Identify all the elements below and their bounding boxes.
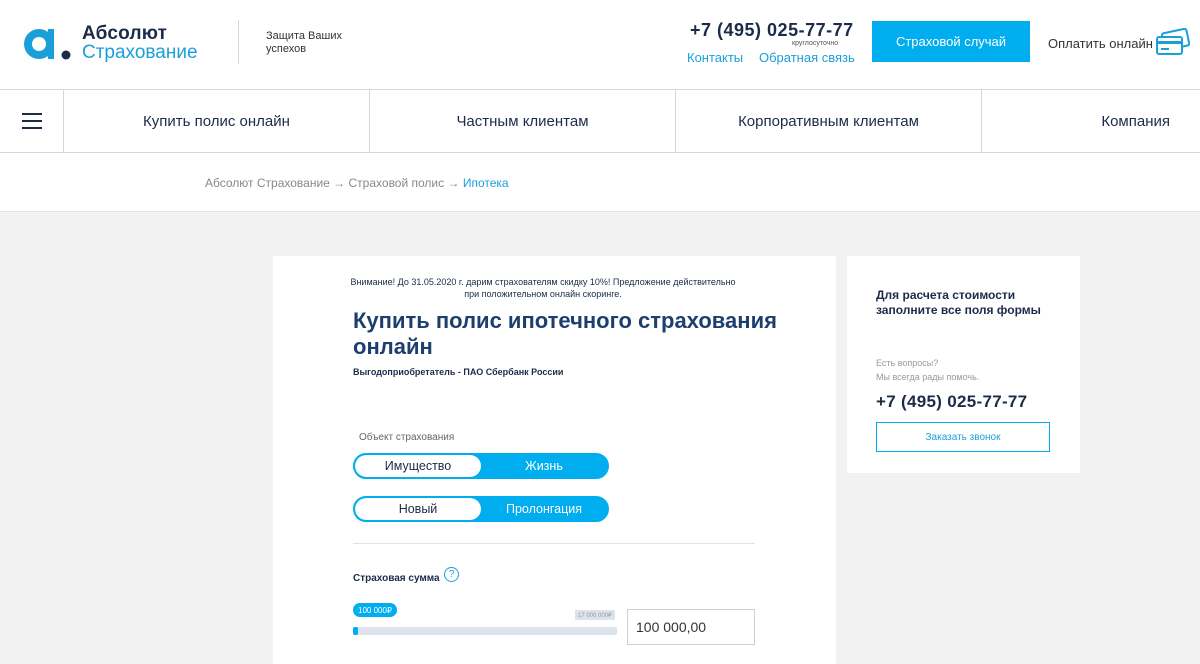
nav-item-buy-online[interactable]: Купить полис онлайн bbox=[64, 90, 370, 152]
contacts-link[interactable]: Контакты bbox=[687, 50, 743, 65]
slider-max-label: 17 000 000₽ bbox=[575, 610, 615, 620]
sidebar-question: Есть вопросы? Мы всегда рады помочь. bbox=[876, 356, 979, 384]
breadcrumb-current: Ипотека bbox=[462, 176, 509, 190]
page-title: Купить полис ипотечного страхования онла… bbox=[353, 308, 777, 359]
insured-event-button[interactable]: Страховой случай bbox=[872, 21, 1030, 62]
sidebar-question-line2: Мы всегда рады помочь. bbox=[876, 372, 980, 382]
sidebar-phone[interactable]: +7 (495) 025-77-77 bbox=[876, 392, 1027, 412]
breadcrumb: Абсолют Страхование → Страховой полис → … bbox=[205, 176, 509, 190]
object-toggle: Имущество Жизнь bbox=[353, 453, 609, 479]
phone-note: круглосуточно bbox=[792, 40, 839, 47]
object-option-property[interactable]: Имущество bbox=[355, 455, 481, 477]
menu-button[interactable] bbox=[0, 90, 64, 152]
breadcrumb-separator: → bbox=[333, 176, 346, 190]
logo-text-line2: Страхование bbox=[82, 42, 198, 63]
nav-item-corporate-clients[interactable]: Корпоративным клиентам bbox=[676, 90, 982, 152]
object-option-life[interactable]: Жизнь bbox=[481, 455, 607, 477]
main-nav: Купить полис онлайн Частным клиентам Кор… bbox=[0, 90, 1200, 153]
object-label: Объект страхования bbox=[359, 432, 455, 443]
sidebar-question-line1: Есть вопросы? bbox=[876, 358, 939, 368]
sum-slider[interactable] bbox=[353, 627, 617, 635]
tagline: Защита Ваших успехов bbox=[266, 30, 342, 55]
breadcrumb-bar: Абсолют Страхование → Страховой полис → … bbox=[0, 153, 1200, 212]
logo[interactable]: Абсолют Страхование bbox=[22, 23, 202, 63]
sum-input[interactable] bbox=[627, 609, 755, 645]
breadcrumb-policy[interactable]: Страховой полис bbox=[349, 176, 445, 190]
beneficiary-text: Выгодоприобретатель - ПАО Сбербанк Росси… bbox=[353, 367, 564, 377]
policy-type-toggle: Новый Пролонгация bbox=[353, 496, 609, 522]
logo-icon bbox=[24, 29, 71, 60]
hamburger-icon bbox=[21, 113, 42, 129]
breadcrumb-separator: → bbox=[447, 176, 460, 190]
slider-current-badge: 100 000₽ bbox=[353, 603, 398, 617]
header-phone[interactable]: +7 (495) 025-77-77 bbox=[690, 20, 854, 41]
sum-label: Страховая сумма bbox=[353, 573, 440, 584]
slider-fill[interactable] bbox=[353, 627, 359, 635]
feedback-link[interactable]: Обратная связь bbox=[759, 50, 855, 65]
site-header: Абсолют Страхование Защита Ваших успехов… bbox=[0, 0, 1200, 90]
purchase-form-card: Внимание! До 31.05.2020 г. дарим страхов… bbox=[273, 256, 836, 664]
card-payment-icon[interactable] bbox=[1154, 28, 1190, 56]
help-icon[interactable]: ? bbox=[444, 567, 459, 582]
breadcrumb-home[interactable]: Абсолют Страхование bbox=[205, 176, 330, 190]
discount-notice: Внимание! До 31.05.2020 г. дарим страхов… bbox=[350, 277, 736, 299]
sidebar-title: Для расчета стоимости заполните все поля… bbox=[876, 288, 1041, 317]
policy-type-renewal[interactable]: Пролонгация bbox=[481, 498, 607, 520]
info-sidebar: Для расчета стоимости заполните все поля… bbox=[847, 256, 1080, 473]
nav-item-company[interactable]: Компания bbox=[982, 90, 1200, 152]
callback-button[interactable]: Заказать звонок bbox=[876, 422, 1050, 452]
header-divider bbox=[238, 20, 239, 64]
section-divider bbox=[353, 543, 755, 544]
nav-item-private-clients[interactable]: Частным клиентам bbox=[370, 90, 676, 152]
pay-online-link[interactable]: Оплатить онлайн bbox=[1048, 36, 1153, 51]
policy-type-new[interactable]: Новый bbox=[355, 498, 481, 520]
